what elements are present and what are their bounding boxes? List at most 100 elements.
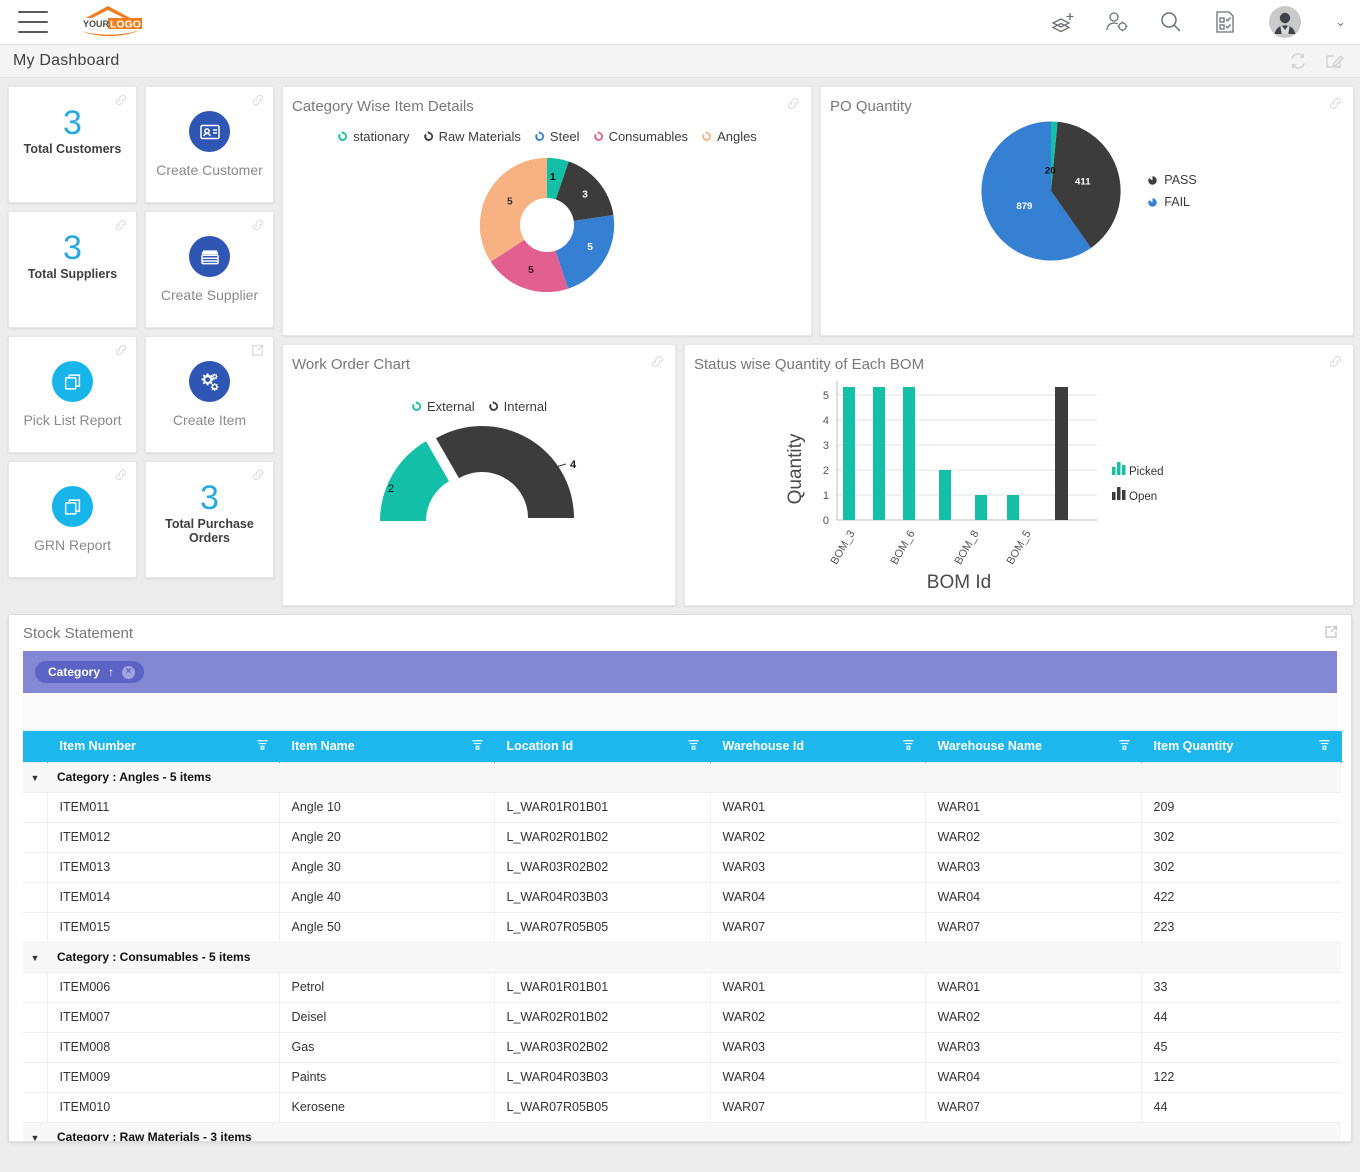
link-icon[interactable]: [114, 343, 128, 362]
kpi-card-create-customer[interactable]: Create Customer: [145, 86, 274, 203]
bar-picked-4[interactable]: [939, 470, 951, 520]
filter-icon[interactable]: [902, 738, 915, 754]
cell-item-name: Angle 30: [279, 852, 494, 882]
bar-picked-6[interactable]: [1007, 495, 1019, 520]
group-row[interactable]: ▼ Category : Angles - 5 items: [23, 762, 1341, 792]
link-icon[interactable]: [1328, 354, 1343, 374]
chart-card-bom-status: Status wise Quantity of Each BOM Quantit…: [684, 344, 1354, 606]
row-expander-cell: [23, 792, 47, 822]
table-row[interactable]: ITEM009 Paints L_WAR04R03B03 WAR04 WAR04…: [23, 1062, 1341, 1092]
link-icon[interactable]: [251, 468, 265, 487]
slice-internal[interactable]: [436, 426, 574, 518]
legend-item-external[interactable]: External: [411, 399, 475, 414]
cell-item-name: Angle 50: [279, 912, 494, 942]
form-checklist-icon[interactable]: [1211, 8, 1239, 36]
slice-external[interactable]: [380, 441, 449, 521]
legend-item-steel[interactable]: Steel: [534, 129, 580, 144]
legend-item-pass[interactable]: PASS: [1147, 173, 1196, 187]
refresh-icon[interactable]: [1286, 49, 1310, 73]
cell-warehouse-name: WAR01: [925, 792, 1141, 822]
filter-icon[interactable]: [687, 738, 700, 754]
column-header-warehouse-id[interactable]: Warehouse Id: [710, 731, 925, 762]
kpi-card-grn-report[interactable]: GRN Report: [8, 461, 137, 578]
group-by-chip-category[interactable]: Category ↑ ×: [35, 661, 144, 683]
cell-item-quantity: 122: [1141, 1062, 1341, 1092]
table-row[interactable]: ITEM007 Deisel L_WAR02R01B02 WAR02 WAR02…: [23, 1002, 1341, 1032]
filter-icon[interactable]: [471, 738, 484, 754]
group-expander[interactable]: ▼: [23, 942, 47, 972]
search-icon[interactable]: [1157, 8, 1185, 36]
legend-item-fail[interactable]: FAIL: [1147, 195, 1196, 209]
user-settings-icon[interactable]: [1103, 8, 1131, 36]
chevron-down-icon: ▼: [31, 1133, 40, 1142]
bar-picked-5[interactable]: [975, 495, 987, 520]
kpi-card-create-item[interactable]: Create Item: [145, 336, 274, 453]
edit-pencil-icon[interactable]: [1322, 49, 1346, 73]
group-row[interactable]: ▼ Category : Raw Materials - 3 items: [23, 1122, 1341, 1142]
cell-item-number: ITEM008: [47, 1032, 279, 1062]
filter-icon[interactable]: [256, 738, 269, 754]
add-layers-icon[interactable]: [1049, 8, 1077, 36]
bar-picked-2[interactable]: [873, 387, 885, 520]
table-row[interactable]: ITEM015 Angle 50 L_WAR07R05B05 WAR07 WAR…: [23, 912, 1341, 942]
legend-item-internal[interactable]: Internal: [488, 399, 547, 414]
column-header-warehouse-name[interactable]: Warehouse Name: [925, 731, 1141, 762]
app-logo[interactable]: YOUR LOGO: [78, 5, 148, 39]
column-header-item-name[interactable]: Item Name: [279, 731, 494, 762]
bar-picked-1[interactable]: [843, 387, 855, 520]
kpi-card-total-suppliers[interactable]: 3 Total Suppliers: [8, 211, 137, 328]
table-row[interactable]: ITEM008 Gas L_WAR03R02B02 WAR03 WAR03 45: [23, 1032, 1341, 1062]
cell-warehouse-id: WAR01: [710, 792, 925, 822]
bar-open-1[interactable]: [1055, 387, 1068, 520]
kpi-card-total-customers[interactable]: 3 Total Customers: [8, 86, 137, 203]
expand-icon[interactable]: [1323, 624, 1339, 645]
legend-label: stationary: [353, 129, 409, 144]
kpi-card-pick-list-report[interactable]: Pick List Report: [8, 336, 137, 453]
link-icon[interactable]: [114, 468, 128, 487]
table-row[interactable]: ITEM013 Angle 30 L_WAR03R02B02 WAR03 WAR…: [23, 852, 1341, 882]
link-icon[interactable]: [114, 93, 128, 112]
column-header-location-id[interactable]: Location Id: [494, 731, 710, 762]
table-row[interactable]: ITEM010 Kerosene L_WAR07R05B05 WAR07 WAR…: [23, 1092, 1341, 1122]
table-row[interactable]: ITEM012 Angle 20 L_WAR02R01B02 WAR02 WAR…: [23, 822, 1341, 852]
filter-icon[interactable]: [1318, 738, 1331, 754]
legend-label: Angles: [717, 129, 757, 144]
column-header-item-number[interactable]: Item Number: [47, 731, 279, 762]
sort-ascending-icon[interactable]: ↑: [108, 665, 114, 679]
chevron-down-icon[interactable]: ⌄: [1335, 14, 1346, 30]
link-icon[interactable]: [251, 218, 265, 237]
legend-item-angles[interactable]: Angles: [701, 129, 757, 144]
chevron-down-icon: ▼: [31, 773, 40, 783]
avatar[interactable]: [1269, 6, 1301, 38]
row-expander-cell: [23, 1002, 47, 1032]
external-link-icon[interactable]: [250, 343, 265, 363]
group-expander[interactable]: ▼: [23, 762, 47, 792]
stock-statement-title: Stock Statement: [9, 615, 1351, 651]
filter-icon[interactable]: [1118, 738, 1131, 754]
hamburger-icon[interactable]: [18, 11, 48, 33]
legend-item-stationary[interactable]: stationary: [337, 129, 409, 144]
group-expander[interactable]: ▼: [23, 1122, 47, 1142]
slice-value-internal: 4: [570, 459, 577, 471]
legend-item-open[interactable]: Open: [1112, 487, 1157, 503]
table-row[interactable]: ITEM006 Petrol L_WAR01R01B01 WAR01 WAR01…: [23, 972, 1341, 1002]
legend-item-raw-materials[interactable]: Raw Materials: [423, 129, 521, 144]
column-header-expander: [23, 731, 47, 762]
link-icon[interactable]: [1328, 96, 1343, 116]
table-row[interactable]: ITEM014 Angle 40 L_WAR04R03B03 WAR04 WAR…: [23, 882, 1341, 912]
link-icon[interactable]: [650, 354, 665, 374]
link-icon[interactable]: [786, 96, 801, 116]
kpi-card-total-purchase-orders[interactable]: 3 Total Purchase Orders: [145, 461, 274, 578]
link-icon[interactable]: [114, 218, 128, 237]
legend-item-consumables[interactable]: Consumables: [593, 129, 689, 144]
column-header-item-quantity[interactable]: Item Quantity: [1141, 731, 1341, 762]
legend-item-picked[interactable]: Picked: [1112, 462, 1164, 478]
legend-label: Consumables: [609, 129, 689, 144]
bar-picked-3[interactable]: [903, 387, 915, 520]
cell-warehouse-id: WAR04: [710, 882, 925, 912]
table-row[interactable]: ITEM011 Angle 10 L_WAR01R01B01 WAR01 WAR…: [23, 792, 1341, 822]
group-row[interactable]: ▼ Category : Consumables - 5 items: [23, 942, 1341, 972]
kpi-card-create-supplier[interactable]: Create Supplier: [145, 211, 274, 328]
link-icon[interactable]: [251, 93, 265, 112]
close-icon[interactable]: ×: [122, 666, 135, 679]
